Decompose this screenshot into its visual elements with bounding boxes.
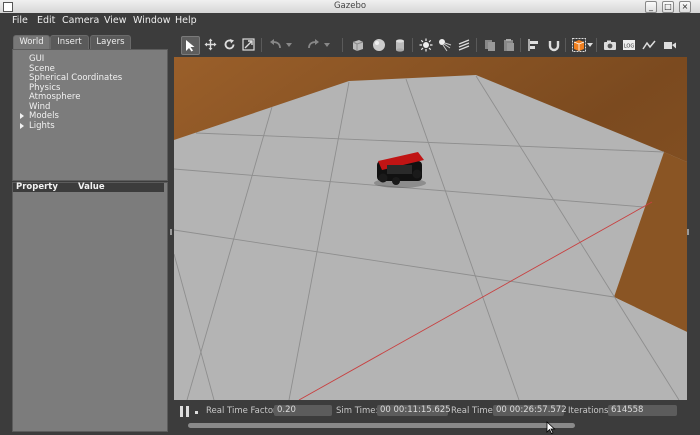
change-view-icon[interactable] bbox=[570, 36, 587, 53]
left-panel: World Insert Layers GUI Scene Spherical … bbox=[11, 32, 168, 432]
window-title: Gazebo bbox=[333, 1, 367, 11]
real-time-value: 00 00:26:57.572 bbox=[493, 405, 567, 416]
tree-item-wind[interactable]: Wind bbox=[29, 102, 50, 112]
screenshot-icon[interactable] bbox=[601, 36, 618, 53]
right-splitter-handle[interactable] bbox=[687, 229, 689, 235]
point-light-icon[interactable] bbox=[417, 36, 434, 53]
cylinder-icon[interactable] bbox=[391, 36, 408, 53]
paste-icon[interactable] bbox=[500, 36, 517, 53]
undo-dropdown-icon[interactable] bbox=[285, 36, 293, 53]
box-icon[interactable] bbox=[349, 36, 366, 53]
value-column-header: Value bbox=[78, 182, 105, 192]
menu-edit[interactable]: Edit bbox=[37, 15, 55, 26]
tab-layers[interactable]: Layers bbox=[90, 35, 131, 49]
align-icon[interactable] bbox=[525, 36, 542, 53]
tree-item-lights[interactable]: Lights bbox=[29, 121, 55, 131]
toolbar-separator bbox=[565, 38, 566, 52]
tree-item-gui[interactable]: GUI bbox=[29, 54, 44, 64]
toolbar-separator bbox=[596, 38, 597, 52]
menu-bar: File Edit Camera View Window Help bbox=[0, 13, 700, 29]
sphere-icon[interactable] bbox=[370, 36, 387, 53]
snap-icon[interactable] bbox=[545, 36, 562, 53]
scale-icon[interactable] bbox=[240, 36, 257, 53]
horizontal-scrollbar[interactable] bbox=[188, 423, 575, 428]
menu-window[interactable]: Window bbox=[133, 15, 170, 26]
close-button[interactable]: × bbox=[679, 1, 691, 13]
status-bar: Real Time Factor: 0.20 Sim Time: 00 00:1… bbox=[174, 400, 687, 434]
menu-view[interactable]: View bbox=[104, 15, 127, 26]
property-header: Property Value bbox=[13, 183, 164, 192]
iterations-label: Iterations: bbox=[568, 406, 612, 416]
menu-file[interactable]: File bbox=[12, 15, 28, 26]
view-dropdown-icon[interactable] bbox=[586, 36, 594, 53]
video-icon[interactable] bbox=[661, 36, 678, 53]
expand-arrow-icon[interactable] bbox=[20, 113, 24, 119]
expand-arrow-icon[interactable] bbox=[20, 122, 24, 129]
mouse-cursor-icon bbox=[546, 421, 556, 434]
tree-item-models[interactable]: Models bbox=[29, 111, 59, 121]
world-tree: GUI Scene Spherical Coordinates Physics … bbox=[12, 49, 168, 181]
maximize-button[interactable]: □ bbox=[662, 1, 674, 13]
log-icon[interactable]: LOG bbox=[620, 36, 637, 53]
plot-icon[interactable] bbox=[640, 36, 657, 53]
toolbar: LOG bbox=[174, 33, 688, 57]
pause-icon[interactable] bbox=[180, 406, 190, 417]
iterations-value: 614558 bbox=[608, 405, 677, 416]
real-time-label: Real Time: bbox=[451, 406, 496, 416]
copy-icon[interactable] bbox=[481, 36, 498, 53]
tree-item-physics[interactable]: Physics bbox=[29, 83, 60, 93]
toolbar-separator bbox=[412, 38, 413, 52]
minimize-button[interactable]: _ bbox=[645, 1, 657, 13]
step-icon[interactable] bbox=[195, 411, 198, 414]
undo-icon[interactable] bbox=[267, 36, 284, 53]
toolbar-separator bbox=[261, 38, 262, 52]
toolbar-separator bbox=[520, 38, 521, 52]
tree-item-scene[interactable]: Scene bbox=[29, 64, 55, 74]
sim-time-value: 00 00:11:15.625 bbox=[377, 405, 451, 416]
property-column-header: Property bbox=[16, 182, 58, 192]
rotate-icon[interactable] bbox=[221, 36, 238, 53]
property-panel: Property Value bbox=[12, 182, 168, 432]
panel-tabs: World Insert Layers bbox=[11, 35, 168, 49]
menu-help[interactable]: Help bbox=[175, 15, 197, 26]
tree-item-atmosphere[interactable]: Atmosphere bbox=[29, 92, 80, 102]
rtf-label: Real Time Factor: bbox=[206, 406, 280, 416]
tab-insert[interactable]: Insert bbox=[50, 35, 89, 49]
tab-world[interactable]: World bbox=[13, 35, 50, 49]
redo-dropdown-icon[interactable] bbox=[323, 36, 331, 53]
tree-item-spherical-coordinates[interactable]: Spherical Coordinates bbox=[29, 73, 122, 83]
translate-icon[interactable] bbox=[202, 36, 219, 53]
directional-light-icon[interactable] bbox=[455, 36, 472, 53]
sim-time-label: Sim Time: bbox=[336, 406, 379, 416]
scene-render bbox=[174, 57, 687, 400]
menu-camera[interactable]: Camera bbox=[62, 15, 99, 26]
title-bar: Gazebo _ □ × bbox=[0, 0, 700, 14]
rtf-value: 0.20 bbox=[274, 405, 332, 416]
redo-icon[interactable] bbox=[305, 36, 322, 53]
toolbar-separator bbox=[342, 38, 343, 52]
scene-viewport[interactable] bbox=[174, 57, 687, 400]
spot-light-icon[interactable] bbox=[436, 36, 453, 53]
log-label: LOG bbox=[623, 43, 634, 49]
toolbar-separator bbox=[476, 38, 477, 52]
left-splitter-handle[interactable] bbox=[170, 229, 172, 235]
select-arrow-icon[interactable] bbox=[181, 36, 200, 55]
